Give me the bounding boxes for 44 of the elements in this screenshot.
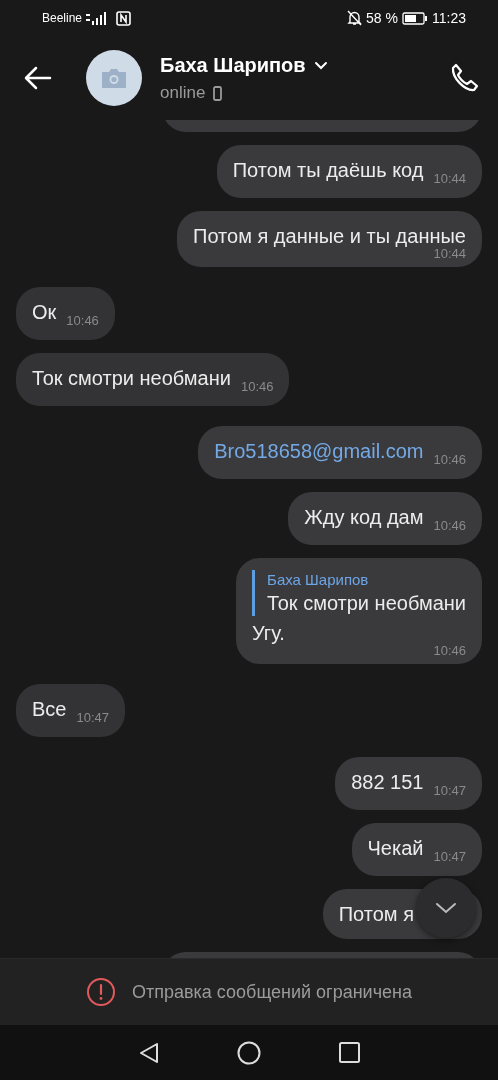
nav-recents-icon[interactable] (338, 1042, 360, 1063)
phone-device-icon (213, 85, 223, 101)
message-time: 10:47 (433, 783, 466, 798)
signal-icon (86, 11, 109, 25)
back-icon[interactable] (24, 66, 52, 90)
bell-off-icon (347, 10, 363, 26)
quoted-author: Баха Шарипов (267, 570, 370, 590)
message-text: Потом я (338, 903, 414, 925)
message-text: Угу. (252, 622, 285, 644)
quoted-text: Ток смотри необмани (267, 591, 466, 616)
message-text: 882 151 (351, 771, 424, 793)
email-link[interactable]: Bro518658@gmail.com (214, 440, 424, 462)
message-time: 10:46 (66, 313, 99, 328)
message-time: 10:47 (433, 849, 466, 864)
camera-icon (100, 67, 128, 89)
message-text: Потом я данные и ты данные (193, 225, 466, 247)
message-text: Жду код дам (304, 506, 424, 528)
message-time: 10:44 (433, 171, 466, 186)
warning-icon (86, 977, 116, 1007)
nfc-icon (116, 10, 132, 26)
quoted-message[interactable]: Баха Шарипов Ток смотри необмани (252, 570, 466, 616)
chevron-down-icon (435, 902, 457, 914)
nav-home-icon[interactable] (236, 1040, 261, 1065)
nav-back-icon[interactable] (138, 1041, 159, 1064)
message-text: Ок (32, 301, 57, 323)
carrier-name: Beeline (42, 10, 83, 27)
message-text: Все (32, 698, 67, 720)
message-time: 10:46 (433, 518, 466, 533)
online-status: online (160, 82, 206, 105)
message-time: 10:47 (76, 710, 109, 725)
message-time: 10:46 (240, 379, 274, 394)
message-time: 10:46 (433, 452, 466, 467)
clock: 11:23 (432, 8, 466, 28)
battery-percent: 58 % (366, 8, 398, 28)
avatar[interactable] (86, 50, 142, 106)
message-time: 10:46 (432, 644, 466, 658)
message-time: 10:44 (433, 247, 466, 261)
contact-name[interactable]: Баха Шарипов (160, 50, 306, 81)
message-text: Ток смотри необмани (32, 367, 231, 389)
battery-icon (402, 11, 428, 25)
restriction-notice: Отправка сообщений ограничена (132, 980, 412, 1004)
message-text: Чекай (367, 837, 424, 859)
chevron-down-icon[interactable] (313, 60, 328, 70)
message-text: Потом ты даёшь код (232, 159, 424, 181)
